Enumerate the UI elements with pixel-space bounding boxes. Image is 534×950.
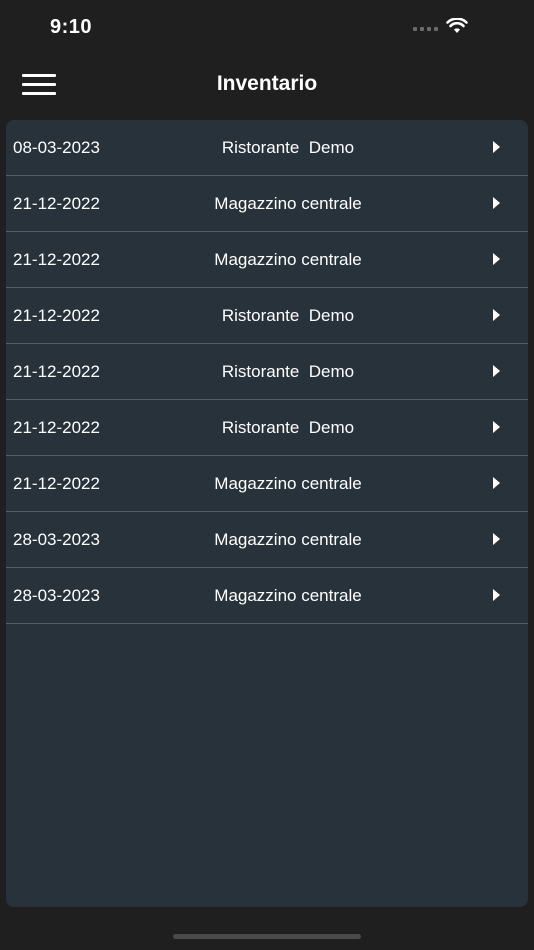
list-item[interactable]: 28-03-2023 Magazzino centrale [6, 568, 528, 624]
chevron-right-icon [493, 197, 500, 209]
item-date: 28-03-2023 [13, 586, 100, 605]
chevron-right-icon [493, 309, 500, 321]
page-title: Inventario [216, 72, 318, 95]
item-date: 21-12-2022 [13, 194, 100, 213]
home-indicator[interactable] [173, 934, 361, 939]
item-location: Ristorante Demo [221, 362, 355, 381]
list-item[interactable]: 08-03-2023 Ristorante Demo [6, 120, 528, 176]
list-item[interactable]: 21-12-2022 Magazzino centrale [6, 176, 528, 232]
chevron-right-icon [493, 365, 500, 377]
item-location: Ristorante Demo [221, 418, 355, 437]
item-location: Magazzino centrale [214, 474, 362, 493]
item-location: Ristorante Demo [221, 306, 355, 325]
status-icons [413, 18, 468, 34]
chevron-right-icon [493, 589, 500, 601]
item-date: 21-12-2022 [13, 306, 100, 325]
wifi-icon [446, 18, 468, 33]
chevron-right-icon [493, 477, 500, 489]
inventory-list: 08-03-2023 Ristorante Demo 21-12-2022 Ma… [6, 120, 528, 907]
item-location: Ristorante Demo [221, 138, 355, 157]
item-location: Magazzino centrale [214, 194, 362, 213]
item-location: Magazzino centrale [214, 530, 362, 549]
signal-dots-icon [413, 27, 438, 31]
item-date: 21-12-2022 [13, 418, 100, 437]
item-date: 21-12-2022 [13, 250, 100, 269]
chevron-right-icon [493, 253, 500, 265]
list-item[interactable]: 21-12-2022 Magazzino centrale [6, 232, 528, 288]
status-time: 9:10 [50, 16, 93, 38]
item-date: 21-12-2022 [13, 474, 100, 493]
list-item[interactable]: 21-12-2022 Ristorante Demo [6, 288, 528, 344]
item-date: 08-03-2023 [13, 138, 100, 157]
status-bar: 9:10 [0, 0, 534, 56]
nav-bar: Inventario [0, 60, 534, 110]
chevron-right-icon [493, 421, 500, 433]
list-item[interactable]: 21-12-2022 Ristorante Demo [6, 344, 528, 400]
item-date: 28-03-2023 [13, 530, 100, 549]
list-item[interactable]: 28-03-2023 Magazzino centrale [6, 512, 528, 568]
list-item[interactable]: 21-12-2022 Magazzino centrale [6, 456, 528, 512]
item-date: 21-12-2022 [13, 362, 100, 381]
list-item[interactable]: 21-12-2022 Ristorante Demo [6, 400, 528, 456]
chevron-right-icon [493, 141, 500, 153]
item-location: Magazzino centrale [214, 586, 362, 605]
chevron-right-icon [493, 533, 500, 545]
item-location: Magazzino centrale [214, 250, 362, 269]
